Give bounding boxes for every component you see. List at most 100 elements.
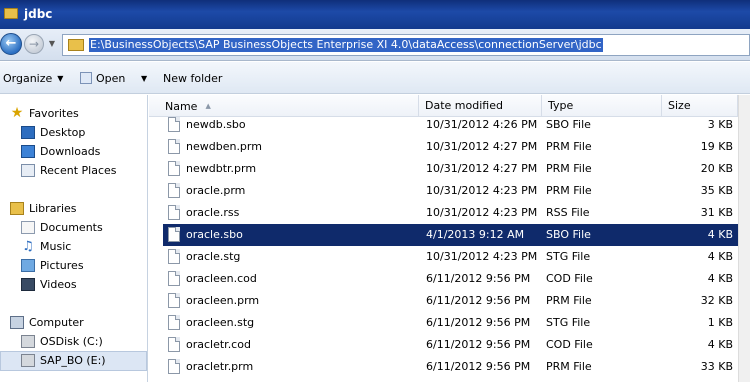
forward-button[interactable]: →: [24, 34, 44, 54]
chevron-down-icon: ▼: [57, 74, 64, 83]
file-date: 10/31/2012 4:27 PM: [426, 162, 538, 175]
table-row[interactable]: oracleen.prm 6/11/2012 9:56 PM PRM File …: [163, 290, 738, 312]
chevron-down-icon: ▼: [48, 39, 56, 48]
command-bar: Organize ▼ Open ▼ New folder: [0, 62, 750, 94]
libraries-icon: [10, 202, 24, 215]
file-size: 3 KB: [707, 118, 733, 131]
file-list: Name ▲ Date modified Type Size newdb.sbo …: [149, 95, 750, 382]
table-row[interactable]: newdbtr.prm 10/31/2012 4:27 PM PRM File …: [163, 158, 738, 180]
window-title: jdbc: [24, 7, 53, 21]
new-folder-button[interactable]: New folder: [163, 71, 222, 87]
open-menu-button[interactable]: ▼: [136, 71, 147, 87]
file-type: COD File: [546, 272, 593, 285]
table-row[interactable]: oracle.stg 10/31/2012 4:23 PM STG File 4…: [163, 246, 738, 268]
column-type-label: Type: [548, 99, 574, 112]
address-path[interactable]: E:\BusinessObjects\SAP BusinessObjects E…: [89, 38, 603, 52]
address-input[interactable]: E:\BusinessObjects\SAP BusinessObjects E…: [62, 34, 750, 56]
file-size: 32 KB: [700, 294, 733, 307]
file-icon: [168, 249, 180, 264]
table-row[interactable]: oracleen.cod 6/11/2012 9:56 PM COD File …: [163, 268, 738, 290]
open-label: Open: [96, 72, 126, 85]
column-size-label: Size: [668, 99, 691, 112]
nav-recent-label: Recent Places: [40, 164, 117, 177]
folder-icon: [68, 39, 84, 51]
file-name: oracleen.stg: [186, 316, 255, 329]
table-row[interactable]: oracle.prm 10/31/2012 4:23 PM PRM File 3…: [163, 180, 738, 202]
address-bar: ← → ▼ E:\BusinessObjects\SAP BusinessObj…: [0, 29, 750, 61]
column-name-label: Name: [165, 100, 198, 113]
nav-pictures-label: Pictures: [40, 259, 84, 272]
arrow-right-icon: →: [28, 37, 40, 51]
file-date: 6/11/2012 9:56 PM: [426, 316, 531, 329]
hard-drive-icon: [21, 335, 35, 348]
file-size: 4 KB: [707, 250, 733, 263]
file-icon: [168, 271, 180, 286]
recent-pages-button[interactable]: ▼: [47, 39, 57, 49]
file-date: 6/11/2012 9:56 PM: [426, 294, 531, 307]
vertical-scrollbar[interactable]: [738, 95, 750, 382]
file-type: SBO File: [546, 118, 591, 131]
file-date: 6/11/2012 9:56 PM: [426, 338, 531, 351]
organize-button[interactable]: Organize ▼: [3, 71, 63, 87]
table-row-selected[interactable]: oracle.sbo 4/1/2013 9:12 AM SBO File 4 K…: [163, 224, 738, 246]
file-size: 33 KB: [700, 360, 733, 373]
file-icon: [168, 139, 180, 154]
file-icon: [168, 315, 180, 330]
hard-drive-icon: [21, 354, 35, 367]
file-type: STG File: [546, 250, 591, 263]
file-size: 35 KB: [700, 184, 733, 197]
file-name: newdb.sbo: [186, 118, 246, 131]
table-row[interactable]: oracleen.stg 6/11/2012 9:56 PM STG File …: [163, 312, 738, 334]
table-row[interactable]: oracle.rss 10/31/2012 4:23 PM RSS File 3…: [163, 202, 738, 224]
nav-drive-c-label: OSDisk (C:): [40, 335, 103, 348]
nav-desktop-label: Desktop: [40, 126, 86, 139]
file-icon: [168, 359, 180, 374]
file-name: oracle.rss: [186, 206, 240, 219]
file-date: 4/1/2013 9:12 AM: [426, 228, 525, 241]
recent-places-icon: [21, 164, 35, 177]
file-size: 20 KB: [700, 162, 733, 175]
file-size: 19 KB: [700, 140, 733, 153]
nav-documents-label: Documents: [40, 221, 103, 234]
file-name: oracle.stg: [186, 250, 241, 263]
file-name: oracletr.prm: [186, 360, 254, 373]
file-name: oracleen.cod: [186, 272, 257, 285]
arrow-left-icon: ←: [5, 36, 17, 51]
file-name: newdbtr.prm: [186, 162, 257, 175]
nav-drive-e-label: SAP_BO (E:): [40, 354, 106, 367]
open-file-icon: [80, 72, 92, 84]
file-size: 4 KB: [707, 272, 733, 285]
file-icon: [168, 337, 180, 352]
file-name: oracle.sbo: [186, 228, 243, 241]
file-date: 10/31/2012 4:26 PM: [426, 118, 538, 131]
star-icon: ★: [10, 105, 24, 121]
file-size: 1 KB: [707, 316, 733, 329]
file-type: PRM File: [546, 162, 592, 175]
back-button[interactable]: ←: [0, 33, 22, 55]
table-row[interactable]: oracletr.prm 6/11/2012 9:56 PM PRM File …: [163, 356, 738, 378]
nav-downloads-label: Downloads: [40, 145, 101, 158]
music-icon: ♫: [22, 239, 34, 254]
new-folder-label: New folder: [163, 72, 223, 85]
file-type: PRM File: [546, 294, 592, 307]
file-type: STG File: [546, 316, 591, 329]
sort-ascending-icon: ▲: [205, 102, 211, 110]
file-icon: [168, 227, 180, 242]
file-date: 10/31/2012 4:23 PM: [426, 250, 538, 263]
file-date: 6/11/2012 9:56 PM: [426, 272, 531, 285]
table-row[interactable]: oracletr.cod 6/11/2012 9:56 PM COD File …: [163, 334, 738, 356]
file-icon: [168, 161, 180, 176]
file-icon: [168, 205, 180, 220]
downloads-icon: [21, 145, 35, 158]
file-name: oracle.prm: [186, 184, 246, 197]
nav-computer-label: Computer: [29, 316, 84, 329]
file-type: COD File: [546, 338, 593, 351]
file-icon: [168, 117, 180, 132]
file-type: RSS File: [546, 206, 590, 219]
table-row[interactable]: newdb.sbo 10/31/2012 4:26 PM SBO File 3 …: [163, 114, 738, 136]
videos-icon: [21, 278, 35, 291]
organize-label: Organize: [3, 72, 53, 85]
open-button[interactable]: Open: [80, 71, 125, 87]
table-row[interactable]: newdben.prm 10/31/2012 4:27 PM PRM File …: [163, 136, 738, 158]
file-icon: [168, 293, 180, 308]
